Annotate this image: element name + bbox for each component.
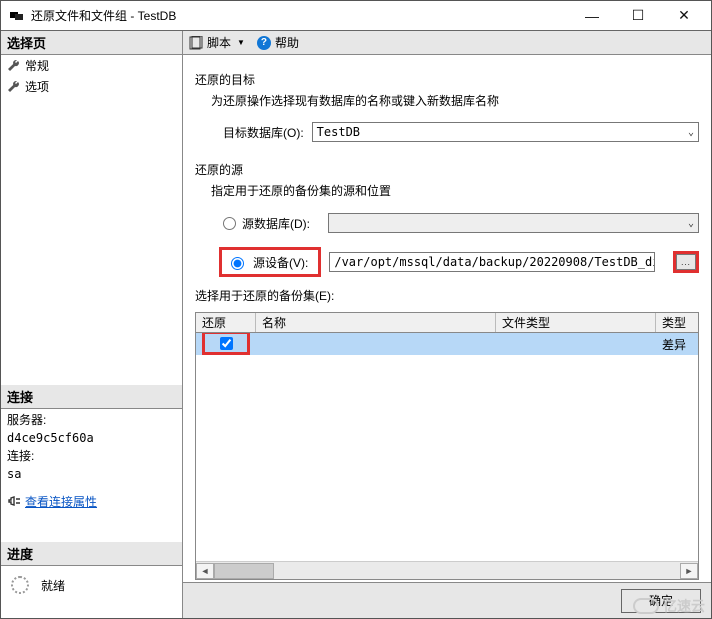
scroll-left-icon[interactable]: ◄ (196, 563, 214, 579)
table-row[interactable]: 差异 (196, 333, 698, 355)
cell-filetype (496, 333, 656, 355)
conn-label: 连接: (7, 447, 176, 465)
maximize-button[interactable]: ☐ (615, 1, 661, 30)
server-value: d4ce9c5cf60a (7, 429, 176, 447)
th-restore[interactable]: 还原 (196, 313, 256, 332)
minimize-button[interactable]: — (569, 1, 615, 30)
backupset-table: 还原 名称 文件类型 类型 (195, 312, 699, 580)
progress-spinner-icon (11, 576, 29, 594)
close-button[interactable]: ✕ (661, 1, 707, 30)
chevron-down-icon: ⌄ (688, 127, 694, 138)
table-body: 差异 (196, 333, 698, 561)
sidebar-item-options[interactable]: 选项 (1, 76, 182, 97)
restore-target-sub: 为还原操作选择现有数据库的名称或键入新数据库名称 (195, 92, 699, 109)
source-device-highlight: 源设备(V): (219, 247, 321, 277)
target-db-combo[interactable]: TestDB ⌄ (312, 122, 699, 142)
restore-source-title: 还原的源 (195, 161, 699, 178)
view-connection-properties-label: 查看连接属性 (25, 493, 97, 510)
restore-target-title: 还原的目标 (195, 71, 699, 88)
table-header: 还原 名称 文件类型 类型 (196, 313, 698, 333)
cell-type: 差异 (656, 333, 698, 355)
source-device-radio[interactable] (231, 257, 244, 270)
wrench-icon (7, 59, 21, 73)
browse-button-highlight: ... (673, 251, 699, 273)
browse-button-label: ... (681, 258, 691, 267)
select-page-header: 选择页 (1, 31, 182, 55)
restore-checkbox[interactable] (220, 337, 233, 350)
titlebar[interactable]: 还原文件和文件组 - TestDB — ☐ ✕ (1, 1, 711, 31)
select-backupset-label: 选择用于还原的备份集(E): (195, 287, 699, 304)
target-db-value: TestDB (317, 125, 360, 139)
ok-button-label: 确定 (649, 592, 673, 609)
scroll-track[interactable] (214, 563, 680, 579)
script-button[interactable]: 脚本 (207, 34, 231, 51)
plug-icon (7, 495, 21, 509)
window-title: 还原文件和文件组 - TestDB (31, 7, 569, 24)
scroll-right-icon[interactable]: ► (680, 563, 698, 579)
progress-header: 进度 (1, 542, 182, 566)
scroll-thumb[interactable] (214, 563, 274, 579)
cell-name (256, 333, 496, 355)
source-device-input[interactable]: /var/opt/mssql/data/backup/20220908/Test… (329, 252, 655, 272)
sidebar-item-label: 常规 (25, 57, 49, 74)
source-db-combo[interactable]: ⌄ (328, 213, 699, 233)
chevron-down-icon: ⌄ (688, 218, 694, 229)
source-db-radio[interactable] (223, 217, 236, 230)
source-device-radio-label: 源设备(V): (253, 254, 308, 271)
chevron-down-icon[interactable]: ▼ (237, 38, 245, 47)
help-icon[interactable]: ? (257, 36, 271, 50)
main-area: 脚本 ▼ ? 帮助 还原的目标 为还原操作选择现有数据库的名称或键入新数据库名称… (183, 31, 711, 618)
server-label: 服务器: (7, 411, 176, 429)
sidebar-item-general[interactable]: 常规 (1, 55, 182, 76)
source-db-radio-label: 源数据库(D): (242, 215, 322, 232)
sidebar: 选择页 常规 选项 连接 服务器: d4ce9c5cf60a 连接: sa (1, 31, 183, 618)
progress-status: 就绪 (41, 577, 65, 594)
view-connection-properties[interactable]: 查看连接属性 (1, 491, 182, 512)
ok-button[interactable]: 确定 (621, 589, 701, 613)
script-icon (189, 36, 203, 50)
footer: 确定 亿速云 (183, 582, 711, 618)
window-root: 还原文件和文件组 - TestDB — ☐ ✕ 选择页 常规 选项 连接 (0, 0, 712, 619)
toolbar: 脚本 ▼ ? 帮助 (183, 31, 711, 55)
horizontal-scrollbar[interactable]: ◄ ► (196, 561, 698, 579)
source-device-value: /var/opt/mssql/data/backup/20220908/Test… (334, 255, 655, 269)
restore-source-sub: 指定用于还原的备份集的源和位置 (195, 182, 699, 199)
progress-status-row: 就绪 (1, 566, 182, 618)
content: 还原的目标 为还原操作选择现有数据库的名称或键入新数据库名称 目标数据库(O):… (183, 55, 711, 582)
th-filetype[interactable]: 文件类型 (496, 313, 656, 332)
wrench-icon (7, 80, 21, 94)
sidebar-item-label: 选项 (25, 78, 49, 95)
th-type[interactable]: 类型 (656, 313, 698, 332)
connection-info: 服务器: d4ce9c5cf60a 连接: sa (1, 409, 182, 485)
th-name[interactable]: 名称 (256, 313, 496, 332)
browse-button[interactable]: ... (676, 254, 696, 270)
app-icon (9, 10, 25, 22)
help-button[interactable]: 帮助 (275, 34, 299, 51)
connection-header: 连接 (1, 385, 182, 409)
conn-value: sa (7, 465, 176, 483)
restore-checkbox-highlight (202, 333, 250, 355)
target-db-label: 目标数据库(O): (223, 124, 304, 141)
